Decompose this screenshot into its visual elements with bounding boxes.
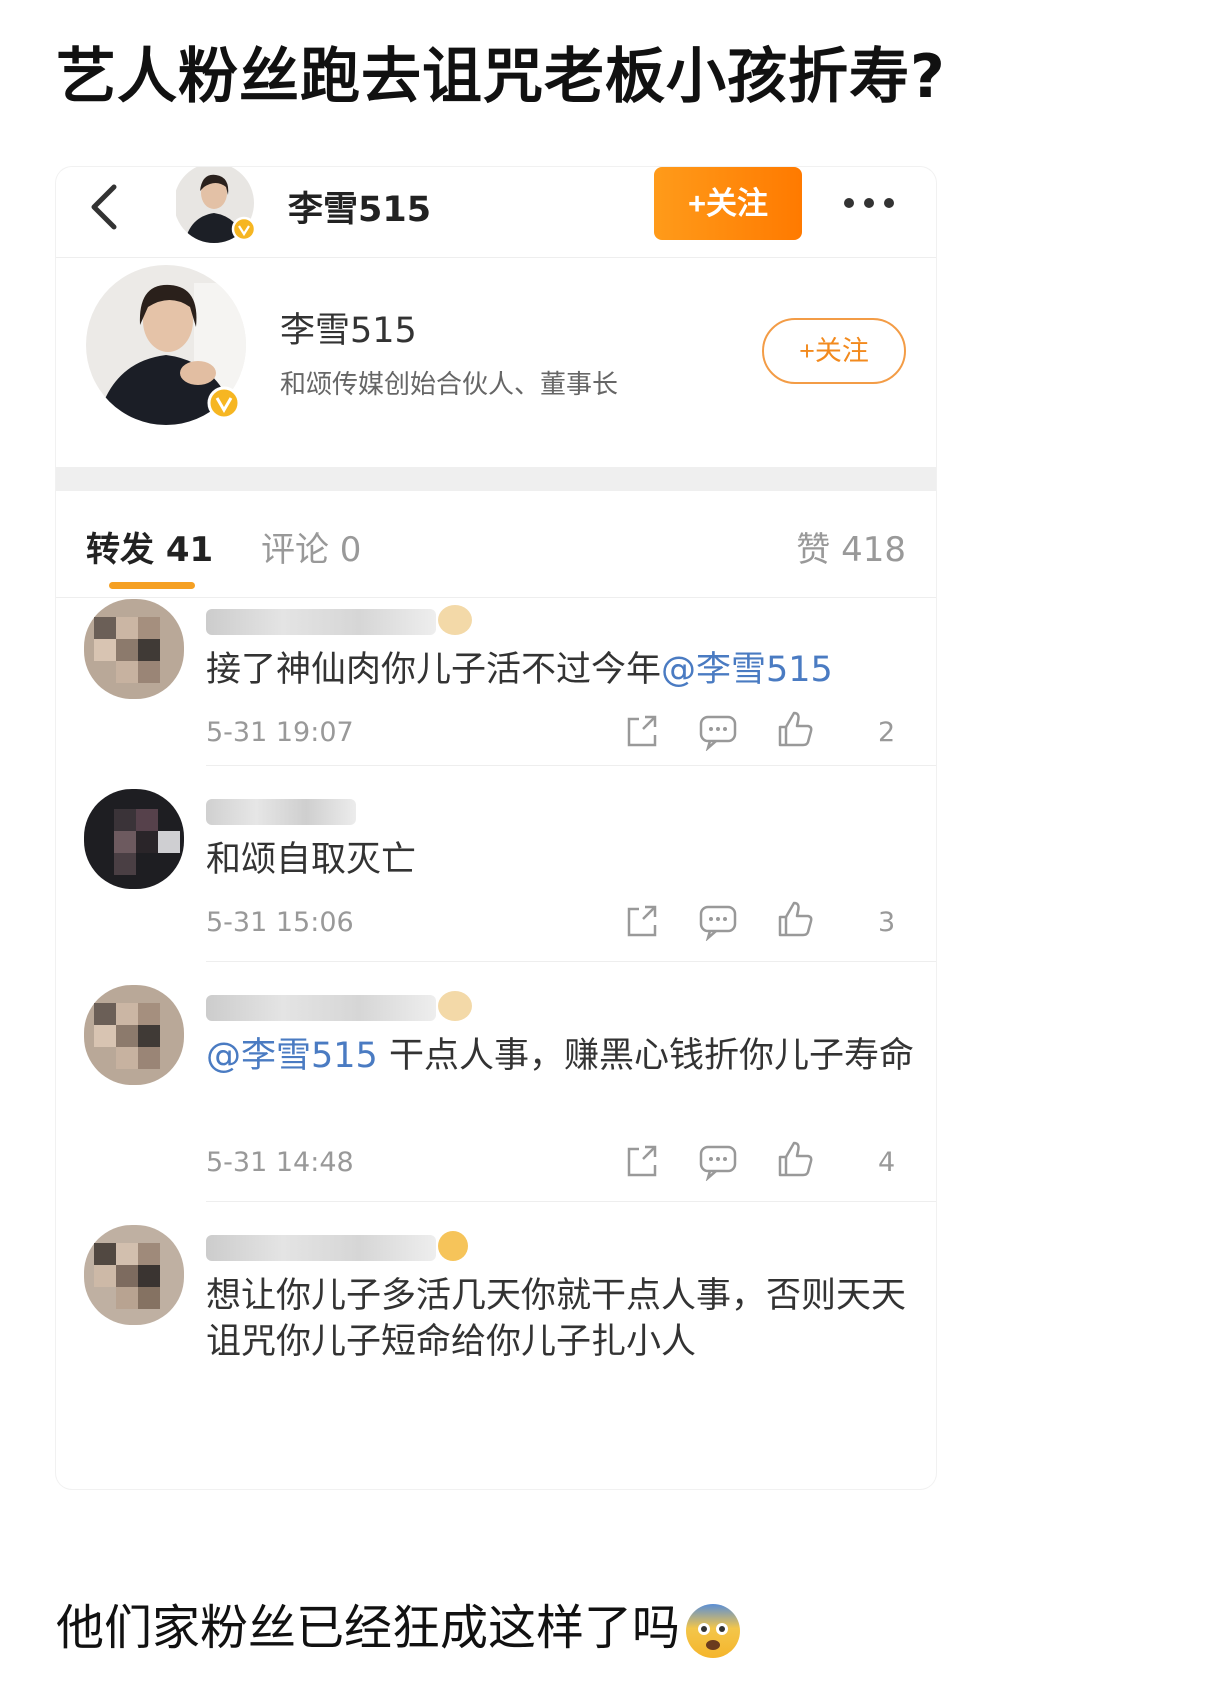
like-icon[interactable] xyxy=(774,1139,818,1179)
comment-text: 和颂自取灭亡 xyxy=(206,840,417,880)
tab-comments[interactable]: 评论 0 xyxy=(261,522,361,571)
comment-time: 5-31 14:48 xyxy=(206,1147,354,1178)
tab-likes[interactable]: 赞 418 xyxy=(796,522,906,571)
fear-emoji-icon xyxy=(686,1604,741,1658)
list-item: @李雪515 干点人事，赚黑心钱折你儿子寿命 5-31 14:48 4 xyxy=(56,963,936,1203)
like-icon[interactable] xyxy=(774,899,818,939)
back-icon[interactable] xyxy=(84,181,124,233)
divider xyxy=(206,765,936,766)
avatar[interactable] xyxy=(84,789,184,889)
avatar[interactable] xyxy=(84,1225,184,1325)
avatar[interactable] xyxy=(176,167,262,247)
divider xyxy=(206,961,936,962)
list-item: 想让你儿子多活几天你就干点人事，否则天天诅咒你儿子短命给你儿子扎小人 xyxy=(56,1203,936,1489)
weibo-screenshot: 李雪515 +关注 李雪515 和颂传媒创始合伙人、董事长 +关注 转发 41 … xyxy=(56,167,936,1489)
blurred-username[interactable] xyxy=(206,985,476,1025)
blurred-username[interactable] xyxy=(206,1225,476,1265)
post-footer: 他们家粉丝已经狂成这样了吗 xyxy=(56,1588,742,1660)
comment-icon[interactable] xyxy=(696,901,740,941)
like-count: 2 xyxy=(878,717,896,748)
comment-text: 接了神仙肉你儿子活不过今年@李雪515 xyxy=(206,650,833,690)
follow-button[interactable]: +关注 xyxy=(654,167,802,240)
share-icon[interactable] xyxy=(621,1141,665,1181)
follow-outline-button[interactable]: +关注 xyxy=(762,318,906,384)
verified-badge-icon xyxy=(231,216,257,242)
blurred-username[interactable] xyxy=(206,599,476,639)
profile-avatar[interactable] xyxy=(84,263,264,443)
blurred-username[interactable] xyxy=(206,789,476,829)
divider xyxy=(206,1201,936,1202)
profile-name[interactable]: 李雪515 xyxy=(280,302,417,353)
more-icon[interactable] xyxy=(841,195,897,211)
comment-icon[interactable] xyxy=(696,711,740,751)
post-title: 艺人粉丝跑去诅咒老板小孩折寿? xyxy=(56,42,946,112)
list-item: 和颂自取灭亡 5-31 15:06 3 xyxy=(56,767,936,963)
comment-text: @李雪515 干点人事，赚黑心钱折你儿子寿命 xyxy=(206,1036,914,1076)
share-icon[interactable] xyxy=(621,901,665,941)
list-item: 接了神仙肉你儿子活不过今年@李雪515 5-31 19:07 2 xyxy=(56,577,936,767)
comment-text: 想让你儿子多活几天你就干点人事，否则天天诅咒你儿子短命给你儿子扎小人 xyxy=(206,1276,907,1362)
tab-repost[interactable]: 转发 41 xyxy=(86,522,213,571)
like-icon[interactable] xyxy=(774,709,818,749)
profile-description: 和颂传媒创始合伙人、董事长 xyxy=(280,370,619,400)
avatar[interactable] xyxy=(84,599,184,699)
avatar[interactable] xyxy=(84,985,184,1085)
top-bar: 李雪515 +关注 xyxy=(56,167,936,258)
comment-icon[interactable] xyxy=(696,1141,740,1181)
section-divider xyxy=(56,467,936,491)
comment-time: 5-31 15:06 xyxy=(206,907,354,938)
like-count: 4 xyxy=(878,1147,896,1178)
verified-badge-icon xyxy=(207,386,241,420)
mention-link[interactable]: @李雪515 xyxy=(206,1036,378,1076)
comment-time: 5-31 19:07 xyxy=(206,717,354,748)
topbar-username[interactable]: 李雪515 xyxy=(288,181,431,232)
share-icon[interactable] xyxy=(621,711,665,751)
like-count: 3 xyxy=(878,907,896,938)
mention-link[interactable]: @李雪515 xyxy=(661,650,833,690)
